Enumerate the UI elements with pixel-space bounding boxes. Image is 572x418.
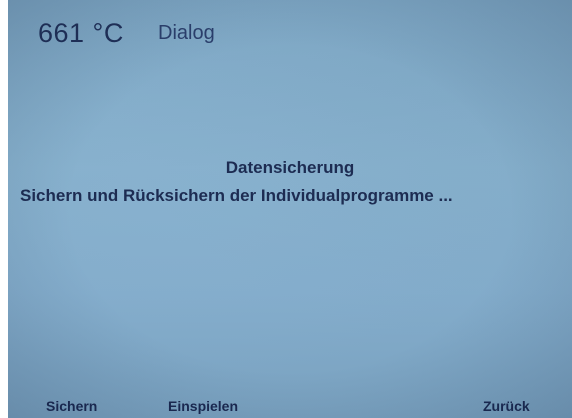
mode-label: Dialog xyxy=(158,22,215,44)
dialog-title: Datensicherung xyxy=(225,158,355,177)
dialog-message: Sichern und Rücksichern der Individualpr… xyxy=(20,186,453,205)
back-softkey[interactable]: Zurück xyxy=(483,398,530,414)
save-softkey[interactable]: Sichern xyxy=(46,398,97,414)
import-softkey[interactable]: Einspielen xyxy=(168,398,238,414)
temperature-readout: 661 °C xyxy=(38,18,124,48)
device-display: 661 °C Dialog Datensicherung Sichern und… xyxy=(8,0,572,418)
